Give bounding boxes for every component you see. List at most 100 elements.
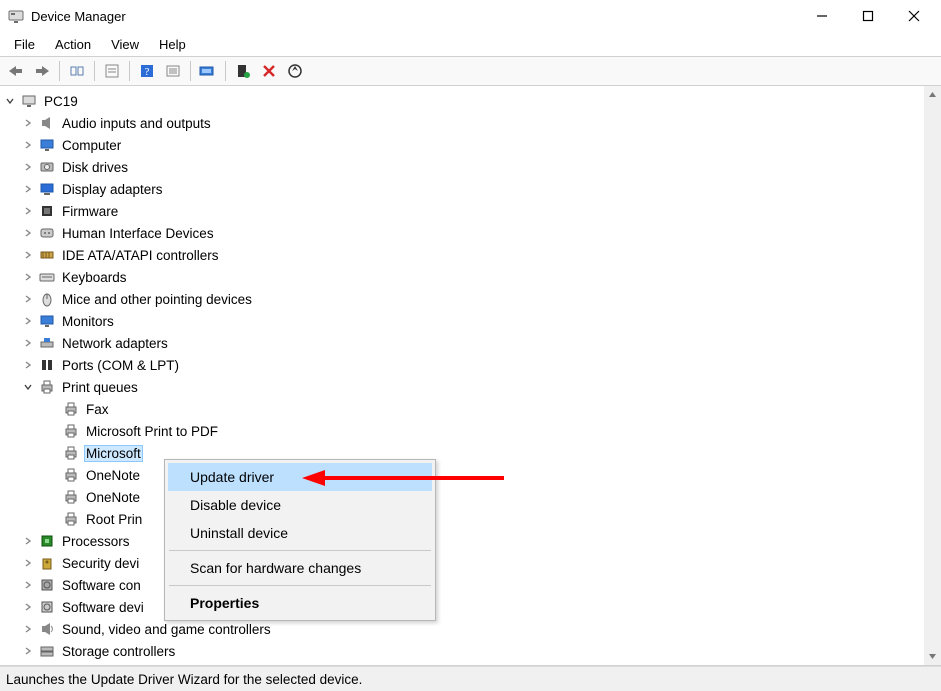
tree-category-label: Processors: [60, 533, 132, 550]
tree-category-label: Sound, video and game controllers: [60, 621, 273, 638]
tree-item[interactable]: Fax: [2, 398, 941, 420]
scan-hardware-button[interactable]: [283, 59, 307, 83]
tree-category[interactable]: Computer: [2, 134, 941, 156]
chevron-right-icon[interactable]: [20, 159, 36, 175]
scroll-track[interactable]: [924, 103, 941, 648]
context-menu-item[interactable]: Update driver: [168, 463, 432, 491]
chevron-right-icon[interactable]: [20, 335, 36, 351]
tree-root-label: PC19: [42, 93, 80, 110]
menubar: File Action View Help: [0, 32, 941, 56]
status-text: Launches the Update Driver Wizard for th…: [6, 672, 362, 687]
mouse-icon: [38, 290, 56, 308]
chevron-right-icon[interactable]: [20, 291, 36, 307]
chevron-right-icon[interactable]: [20, 115, 36, 131]
swdev-icon: [38, 598, 56, 616]
maximize-button[interactable]: [845, 0, 891, 32]
tree-category[interactable]: IDE ATA/ATAPI controllers: [2, 244, 941, 266]
scroll-down-icon[interactable]: [924, 648, 941, 665]
tree-root[interactable]: PC19: [2, 90, 941, 112]
tree-category[interactable]: Sound, video and game controllers: [2, 618, 941, 640]
tree-category-label: Display adapters: [60, 181, 165, 198]
scroll-up-icon[interactable]: [924, 86, 941, 103]
ports-icon: [38, 356, 56, 374]
chevron-right-icon[interactable]: [20, 269, 36, 285]
context-menu-item[interactable]: Disable device: [168, 491, 432, 519]
enable-device-button[interactable]: [231, 59, 255, 83]
menu-view[interactable]: View: [101, 34, 149, 55]
chevron-right-icon[interactable]: [20, 181, 36, 197]
properties-button[interactable]: [100, 59, 124, 83]
titlebar: Device Manager: [0, 0, 941, 32]
chevron-right-icon[interactable]: [20, 555, 36, 571]
tree-item[interactable]: OneNote: [2, 486, 941, 508]
context-menu: Update driverDisable deviceUninstall dev…: [164, 459, 436, 621]
action-list-button[interactable]: [161, 59, 185, 83]
keyboard-icon: [38, 268, 56, 286]
toolbar-separator: [59, 61, 60, 81]
tree-category[interactable]: Print queues: [2, 376, 941, 398]
chevron-right-icon[interactable]: [20, 313, 36, 329]
tree-category[interactable]: Software con: [2, 574, 941, 596]
tree-item[interactable]: Root Prin: [2, 508, 941, 530]
tree-category-label: Print queues: [60, 379, 140, 396]
toolbar-separator: [190, 61, 191, 81]
tree-category[interactable]: Software devi: [2, 596, 941, 618]
forward-button[interactable]: [30, 59, 54, 83]
context-menu-item[interactable]: Uninstall device: [168, 519, 432, 547]
monitor-icon: [38, 136, 56, 154]
tree-category-label: Firmware: [60, 203, 120, 220]
tree-category-label: Computer: [60, 137, 123, 154]
ide-icon: [38, 246, 56, 264]
show-hidden-button[interactable]: [65, 59, 89, 83]
tree-category[interactable]: Disk drives: [2, 156, 941, 178]
menu-action[interactable]: Action: [45, 34, 101, 55]
chevron-right-icon[interactable]: [20, 621, 36, 637]
chevron-right-icon[interactable]: [20, 533, 36, 549]
close-button[interactable]: [891, 0, 937, 32]
tree-category-label: Human Interface Devices: [60, 225, 216, 242]
tree-item[interactable]: Microsoft Print to PDF: [2, 420, 941, 442]
chevron-right-icon[interactable]: [20, 599, 36, 615]
chevron-right-icon[interactable]: [20, 247, 36, 263]
chevron-right-icon[interactable]: [20, 203, 36, 219]
tree-category-label: Keyboards: [60, 269, 129, 286]
chevron-right-icon[interactable]: [20, 357, 36, 373]
tree-category-label: Ports (COM & LPT): [60, 357, 181, 374]
back-button[interactable]: [4, 59, 28, 83]
status-bar: Launches the Update Driver Wizard for th…: [0, 666, 941, 691]
device-tree[interactable]: PC19 Audio inputs and outputs Computer Disk…: [0, 86, 941, 665]
chevron-right-icon[interactable]: [20, 643, 36, 659]
menu-file[interactable]: File: [4, 34, 45, 55]
tree-category-label: IDE ATA/ATAPI controllers: [60, 247, 221, 264]
tree-category[interactable]: Audio inputs and outputs: [2, 112, 941, 134]
chevron-down-icon[interactable]: [20, 379, 36, 395]
help-button[interactable]: ?: [135, 59, 159, 83]
chevron-right-icon[interactable]: [20, 225, 36, 241]
tree-category[interactable]: Firmware: [2, 200, 941, 222]
tree-category[interactable]: Ports (COM & LPT): [2, 354, 941, 376]
menu-help[interactable]: Help: [149, 34, 196, 55]
tree-item-label: Microsoft: [84, 445, 143, 462]
uninstall-device-button[interactable]: [257, 59, 281, 83]
minimize-button[interactable]: [799, 0, 845, 32]
tree-item[interactable]: Microsoft: [2, 442, 941, 464]
tree-category[interactable]: Keyboards: [2, 266, 941, 288]
vertical-scrollbar[interactable]: [924, 86, 941, 665]
tree-category[interactable]: Processors: [2, 530, 941, 552]
chevron-right-icon[interactable]: [20, 137, 36, 153]
tree-category[interactable]: Storage controllers: [2, 640, 941, 662]
chevron-right-icon[interactable]: [20, 577, 36, 593]
tree-category[interactable]: Mice and other pointing devices: [2, 288, 941, 310]
tree-category[interactable]: Human Interface Devices: [2, 222, 941, 244]
cpu-icon: [38, 532, 56, 550]
chip-icon: [38, 202, 56, 220]
tree-category[interactable]: Monitors: [2, 310, 941, 332]
context-menu-item[interactable]: Scan for hardware changes: [168, 554, 432, 582]
tree-category[interactable]: Display adapters: [2, 178, 941, 200]
update-driver-toolbar-button[interactable]: [196, 59, 220, 83]
tree-category[interactable]: Network adapters: [2, 332, 941, 354]
context-menu-item[interactable]: Properties: [168, 589, 432, 617]
chevron-down-icon[interactable]: [2, 93, 18, 109]
tree-item[interactable]: OneNote: [2, 464, 941, 486]
tree-category[interactable]: Security devi: [2, 552, 941, 574]
